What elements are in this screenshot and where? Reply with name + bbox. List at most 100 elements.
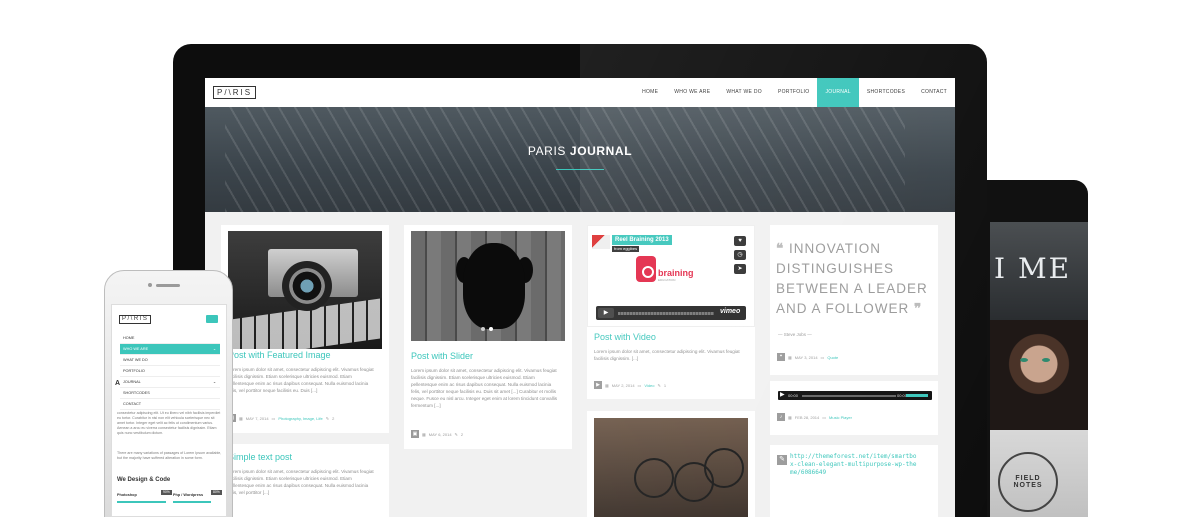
phone-screen: P/\RIS HOME WHO WE ARE ⌄ WHAT WE DO PORTFOLI…: [111, 304, 227, 517]
featured-image[interactable]: [228, 231, 382, 349]
calendar-icon: ▦: [422, 431, 426, 437]
nav-item-home[interactable]: HOME: [634, 78, 666, 107]
post-comments-count[interactable]: 1: [664, 383, 666, 388]
post-card-text: Simple text post Lorem ipsum dolor sit a…: [221, 444, 389, 517]
quote-icon: ❝: [777, 353, 785, 361]
vimeo-logo[interactable]: vimeo: [720, 308, 740, 315]
post-format-icon: ▶: [594, 381, 602, 389]
post-category[interactable]: Video: [644, 383, 654, 388]
post-meta: ❝ ▦ MAY 3, 2014 ▭ Quote: [777, 353, 838, 361]
heart-icon[interactable]: ♥: [734, 236, 746, 246]
nav-item-what-we-do[interactable]: WHAT WE DO: [718, 78, 770, 107]
page-title-light: PARIS: [527, 144, 570, 158]
post-card-quote: ❝ INNOVATION DISTINGUISHES BETWEEN A LEA…: [770, 225, 938, 375]
phone-menu-item-shortcodes[interactable]: SHORTCODES: [120, 388, 220, 399]
menu-icon[interactable]: [206, 315, 218, 323]
folder-icon: ▭: [271, 415, 276, 421]
post-title[interactable]: Post with Featured Image: [228, 350, 331, 360]
phone-site-logo[interactable]: P/\RIS: [119, 315, 152, 324]
field-notes-badge: FIELD NOTES: [998, 452, 1058, 512]
tablet-hero: I ME: [990, 222, 1088, 320]
play-icon[interactable]: ▶: [598, 308, 614, 318]
audio-progress-track[interactable]: [802, 395, 896, 397]
comment-icon: ✎: [657, 382, 661, 388]
laptop-screen: P/\RIS HOME WHO WE ARE WHAT WE DO PORTFOLIO…: [205, 78, 955, 517]
post-excerpt: Lorem ipsum dolor sit amet, consectetur …: [411, 368, 558, 408]
video-player[interactable]: Reel Braining 2013 from eggibes braining…: [587, 225, 755, 327]
nav-item-portfolio[interactable]: PORTFOLIO: [770, 78, 818, 107]
post-title[interactable]: Simple text post: [228, 452, 292, 462]
phone-section-heading: We Design & Code: [117, 477, 171, 483]
phone-speaker: [156, 284, 180, 287]
slider-dot[interactable]: [481, 327, 485, 331]
chevron-down-icon[interactable]: ⌄: [213, 344, 216, 354]
nav-item-contact[interactable]: CONTACT: [913, 78, 955, 107]
post-categories[interactable]: Photography, Image, Life: [278, 416, 322, 421]
quote-open-icon: ❝: [776, 241, 785, 256]
nav-item-who-we-are[interactable]: WHO WE ARE: [666, 78, 718, 107]
phone-menu-item-what-we-do[interactable]: WHAT WE DO: [120, 355, 220, 366]
post-category[interactable]: Quote: [827, 355, 838, 360]
nav-item-shortcodes[interactable]: SHORTCODES: [859, 78, 913, 107]
post-card-slider: Post with Slider Lorem ipsum dolor sit a…: [404, 225, 572, 449]
phone-menu-item-journal[interactable]: JOURNAL ⌄: [120, 377, 220, 388]
bike-wheel: [634, 458, 674, 498]
clock-icon[interactable]: ◷: [734, 250, 746, 260]
phone-menu-item-who-we-are[interactable]: WHO WE ARE ⌄: [120, 344, 220, 355]
video-brand-name: braining: [658, 268, 694, 278]
site-logo[interactable]: P/\RIS: [213, 86, 257, 99]
phone-menu-item-portfolio[interactable]: PORTFOLIO: [120, 366, 220, 377]
video-controls: ▶ vimeo: [596, 306, 746, 320]
post-title[interactable]: Post with Video: [594, 332, 656, 342]
skill-progress-bar: [117, 501, 166, 503]
phone-paragraph: consectetur adipiscing elit. Ut eu liber…: [117, 411, 221, 435]
calendar-icon: ▦: [605, 382, 609, 388]
phone-menu-item-home[interactable]: HOME: [120, 333, 220, 344]
video-thumbnail: [592, 235, 610, 249]
post-excerpt: Lorem ipsum dolor sit amet, consectetur …: [228, 367, 374, 393]
phone-menu-label: JOURNAL: [123, 380, 141, 384]
post-excerpt: Lorem ipsum dolor sit amet, consectetur …: [594, 349, 740, 361]
bicycles-image[interactable]: [594, 418, 748, 517]
video-progress-track[interactable]: [618, 312, 714, 315]
post-title[interactable]: Post with Slider: [411, 351, 473, 361]
audio-player[interactable]: ▶ 00:00 00:00: [778, 391, 932, 400]
music-icon: ♪: [777, 413, 785, 421]
dog-figure: [463, 243, 525, 329]
post-date: MAY 7, 2014: [245, 415, 269, 421]
phone-menu-item-contact[interactable]: CONTACT: [120, 399, 220, 410]
devices-showcase: I ME FIELD NOTES P/\RIS HOME WHO WE ARE WH…: [0, 0, 1200, 517]
post-comments-count[interactable]: 2: [461, 432, 463, 437]
tablet-screen: I ME FIELD NOTES: [990, 222, 1088, 517]
phone-section-letter: A: [115, 380, 121, 387]
play-icon[interactable]: ▶: [780, 392, 785, 399]
send-icon[interactable]: ➤: [734, 264, 746, 274]
chevron-down-icon[interactable]: ⌄: [213, 377, 216, 387]
phone-menu-label: SHORTCODES: [123, 391, 150, 395]
phone-menu-label: PORTFOLIO: [123, 369, 145, 373]
comment-icon: ✎: [454, 431, 458, 437]
post-category[interactable]: Music Player: [829, 415, 852, 420]
skill-name: Photoshop: [117, 493, 137, 497]
phone-menu-label: WHAT WE DO: [123, 358, 148, 362]
tablet-notebook-image: FIELD NOTES: [990, 430, 1088, 517]
slider-image[interactable]: [411, 231, 565, 341]
folder-icon: ▭: [820, 354, 825, 360]
phone-menu-label: WHO WE ARE: [123, 347, 149, 351]
video-author[interactable]: from eggibes: [612, 246, 640, 252]
nav-item-journal[interactable]: JOURNAL: [817, 78, 859, 107]
hero-background-texture: [225, 107, 905, 212]
title-underline: [556, 169, 604, 170]
post-comments-count[interactable]: 2: [332, 416, 334, 421]
tablet-portrait-image: [990, 320, 1088, 430]
calendar-icon: ▦: [788, 414, 792, 420]
post-card-audio: ▶ 00:00 00:00 ♪ ▦ FEB 28, 2014 ▭ Music P…: [770, 381, 938, 435]
calendar-icon: ▦: [788, 354, 792, 360]
audio-volume-slider[interactable]: [906, 394, 928, 397]
slider-dot-active[interactable]: [489, 327, 493, 331]
video-title[interactable]: Reel Braining 2013: [612, 235, 672, 245]
post-card-featured: Post with Featured Image Lorem ipsum dol…: [221, 225, 389, 433]
post-meta: ♪ ▦ FEB 28, 2014 ▭ Music Player: [777, 413, 852, 421]
skill-progress-bar: [173, 501, 211, 503]
post-link-url[interactable]: http://themeforest.net/item/smartbox-cle…: [790, 453, 918, 477]
